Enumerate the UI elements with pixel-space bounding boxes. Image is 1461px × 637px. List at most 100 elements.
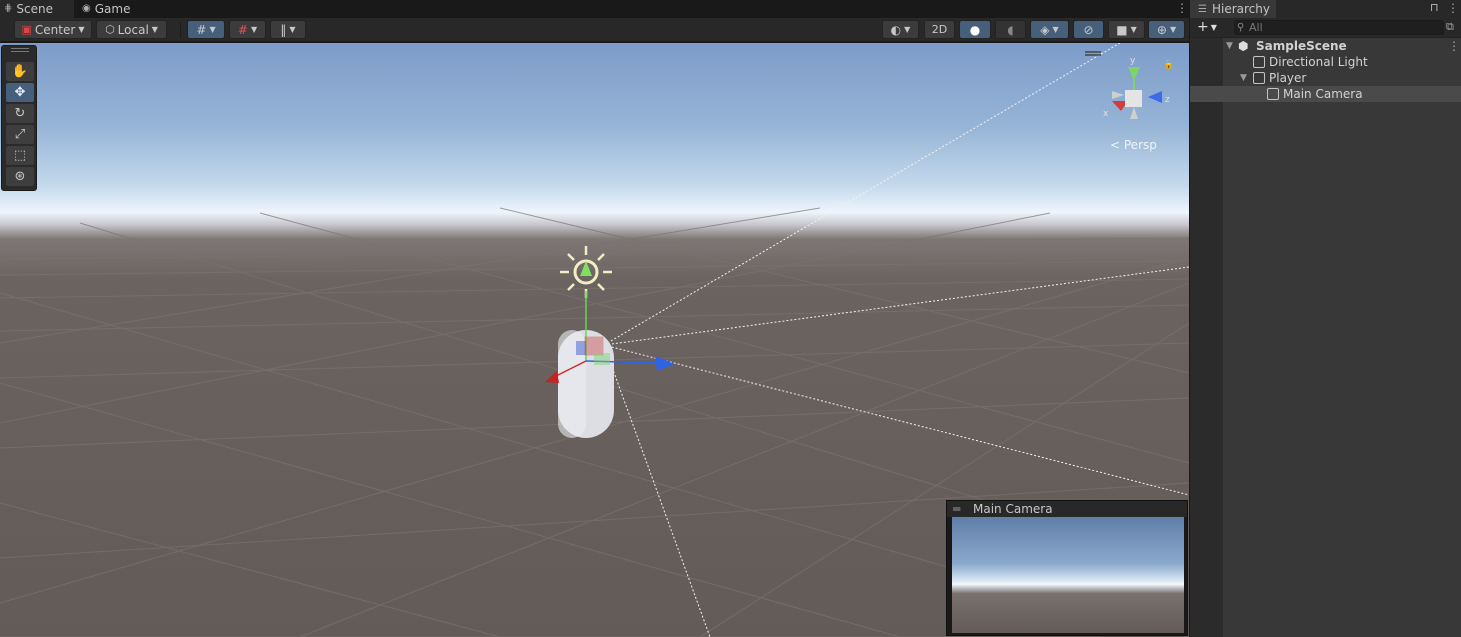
hierarchy-search-input[interactable]: ⚲ All xyxy=(1234,20,1444,35)
camera-icon: ■ xyxy=(1116,22,1128,37)
axis-x-label: x xyxy=(1103,109,1109,119)
increment-snap-button[interactable]: ‖ ▼ xyxy=(270,20,306,39)
chevron-down-icon: ▼ xyxy=(1052,25,1059,34)
chevron-down-icon: ▼ xyxy=(209,25,216,34)
hierarchy-gutter xyxy=(1190,38,1223,637)
snap-toggle-button[interactable]: # ▼ xyxy=(229,20,266,39)
hierarchy-item-directional-light[interactable]: Directional Light xyxy=(1190,54,1461,70)
hierarchy-toolbar: + ▼ ⚲ All ⧉ xyxy=(1190,18,1461,38)
transform-tools-overlay: ✋ ✥ ↻ ⤢ ⬚ ⊛ xyxy=(1,45,37,191)
pivot-rotation-label: Local xyxy=(117,22,149,37)
scale-tool[interactable]: ⤢ xyxy=(6,125,34,144)
drag-handle-icon[interactable]: ═ xyxy=(953,501,960,517)
move-icon: ✥ xyxy=(14,85,26,100)
camera-preview-image xyxy=(952,517,1184,633)
axis-y-label: y xyxy=(1130,56,1136,66)
axis-z-label: z xyxy=(1165,95,1170,105)
hierarchy-item-label: Main Camera xyxy=(1283,87,1363,101)
pivot-mode-dropdown[interactable]: ▣ Center ▼ xyxy=(14,20,92,39)
more-options-icon[interactable]: ⋮ xyxy=(1447,1,1459,15)
rotate-icon: ↻ xyxy=(14,106,26,121)
lock-icon[interactable]: ⊓ xyxy=(1430,1,1439,14)
hierarchy-item-player[interactable]: ▼ Player xyxy=(1190,70,1461,86)
expand-triangle-icon[interactable]: ▼ xyxy=(1226,38,1233,54)
speaker-icon: ◖ xyxy=(1007,22,1014,37)
tab-scene-label: Scene xyxy=(16,2,53,16)
eye-slash-icon: ⊘ xyxy=(1083,22,1094,37)
camera-preview-header: ═ Main Camera xyxy=(947,501,1187,517)
create-dropdown[interactable]: + ▼ xyxy=(1197,19,1217,35)
hierarchy-item-label: Directional Light xyxy=(1269,55,1368,69)
cube-icon: ⬡ xyxy=(105,23,115,36)
lock-icon[interactable]: 🔒 xyxy=(1163,59,1174,70)
add-icon: + xyxy=(1197,19,1209,35)
chevron-down-icon: ▼ xyxy=(904,25,911,34)
chevron-down-icon: ▼ xyxy=(289,25,296,34)
hierarchy-item-main-camera[interactable]: Main Camera xyxy=(1190,86,1461,102)
snap-icon: # xyxy=(237,22,248,37)
camera-settings-dropdown[interactable]: ■ ▼ xyxy=(1108,20,1145,39)
orientation-gizmo: y x z 🔒 xyxy=(1085,51,1174,119)
chevron-down-icon: ▼ xyxy=(1169,25,1177,34)
hand-tool[interactable]: ✋ xyxy=(6,62,34,81)
perspective-label[interactable]: < Persp xyxy=(1110,138,1157,152)
pivot-mode-label: Center xyxy=(34,22,76,37)
chevron-down-icon: ▼ xyxy=(1130,25,1137,34)
hierarchy-header: ☰ Hierarchy ⊓ ⋮ xyxy=(1190,0,1461,18)
more-options-icon[interactable]: ⋮ xyxy=(1176,1,1188,15)
tab-game[interactable]: ◉ Game xyxy=(78,0,148,18)
tab-game-label: Game xyxy=(94,2,131,16)
hierarchy-item-label: SampleScene xyxy=(1256,39,1347,53)
more-options-icon[interactable]: ⋮ xyxy=(1448,38,1460,54)
move-tool[interactable]: ✥ xyxy=(6,83,34,102)
lightbulb-icon: ● xyxy=(969,22,981,37)
mode-2d-button[interactable]: 2D xyxy=(924,20,955,39)
chevron-down-icon: ▼ xyxy=(250,25,258,34)
chevron-down-icon: ▼ xyxy=(1210,22,1217,32)
layers-icon: ◈ xyxy=(1040,22,1050,37)
lighting-toggle-button[interactable]: ● xyxy=(959,20,991,39)
rect-tool[interactable]: ⬚ xyxy=(6,146,34,165)
hierarchy-title: Hierarchy xyxy=(1211,2,1270,16)
hierarchy-tree: ▼ ⬢ SampleScene ⋮ Directional Light ▼ Pl… xyxy=(1190,38,1461,637)
grid-icon: # xyxy=(196,22,207,37)
search-icon: ⚲ xyxy=(1237,22,1245,33)
list-icon: ☰ xyxy=(1198,3,1207,15)
gameobject-cube-icon xyxy=(1253,72,1265,84)
scene-tab-bar: ⋕ Scene ◉ Game ⋮ xyxy=(0,0,1189,18)
expand-triangle-icon[interactable]: ▼ xyxy=(1240,70,1247,86)
rect-icon: ⬚ xyxy=(13,148,27,163)
transform-icon: ⊛ xyxy=(14,169,26,184)
chevron-down-icon: ▼ xyxy=(151,25,158,34)
tab-scene[interactable]: ⋕ Scene xyxy=(0,0,74,18)
sphere-icon: ◐ xyxy=(890,22,902,37)
scene-toolbar: ▣ Center ▼ ⬡ Local ▼ # ▼ # ▼ ‖ ▼ ◐ ▼ 2D … xyxy=(0,18,1189,42)
hierarchy-panel: ☰ Hierarchy ⊓ ⋮ + ▼ ⚲ All ⧉ ▼ ⬢ SampleSc… xyxy=(1190,0,1461,637)
grid-toggle-button[interactable]: # ▼ xyxy=(187,20,225,39)
search-placeholder: All xyxy=(1249,21,1263,34)
effects-dropdown[interactable]: ◈ ▼ xyxy=(1030,20,1069,39)
rotate-tool[interactable]: ↻ xyxy=(6,104,34,123)
filter-icon[interactable]: ⧉ xyxy=(1446,20,1454,34)
transform-tool[interactable]: ⊛ xyxy=(6,167,34,186)
audio-toggle-button[interactable]: ◖ xyxy=(995,20,1026,39)
gameobject-cube-icon xyxy=(1267,88,1279,100)
ruler-icon: ‖ xyxy=(280,22,287,37)
gizmos-dropdown[interactable]: ⊕ ▼ xyxy=(1148,20,1185,39)
drag-handle-icon[interactable] xyxy=(11,48,29,52)
shading-mode-dropdown[interactable]: ◐ ▼ xyxy=(882,20,919,39)
view-mode-label: Persp xyxy=(1123,138,1157,152)
mode-2d-label: 2D xyxy=(931,23,948,36)
tab-hierarchy[interactable]: ☰ Hierarchy xyxy=(1190,0,1276,18)
chevron-down-icon: ▼ xyxy=(78,25,85,34)
camera-preview-title: Main Camera xyxy=(973,502,1053,516)
camera-preview[interactable]: ═ Main Camera xyxy=(946,500,1188,636)
scene-view[interactable]: y x z 🔒 < Persp ═ Main Camera xyxy=(0,43,1189,637)
hierarchy-item-samplescene[interactable]: ▼ ⬢ SampleScene ⋮ xyxy=(1190,38,1461,54)
gizmo-icon: ⊕ xyxy=(1156,22,1167,37)
hand-icon: ✋ xyxy=(11,64,29,79)
scale-icon: ⤢ xyxy=(14,127,26,142)
back-arrow-icon: < xyxy=(1110,138,1124,152)
scene-visibility-button[interactable]: ⊘ xyxy=(1073,20,1104,39)
pivot-rotation-dropdown[interactable]: ⬡ Local ▼ xyxy=(96,20,167,39)
